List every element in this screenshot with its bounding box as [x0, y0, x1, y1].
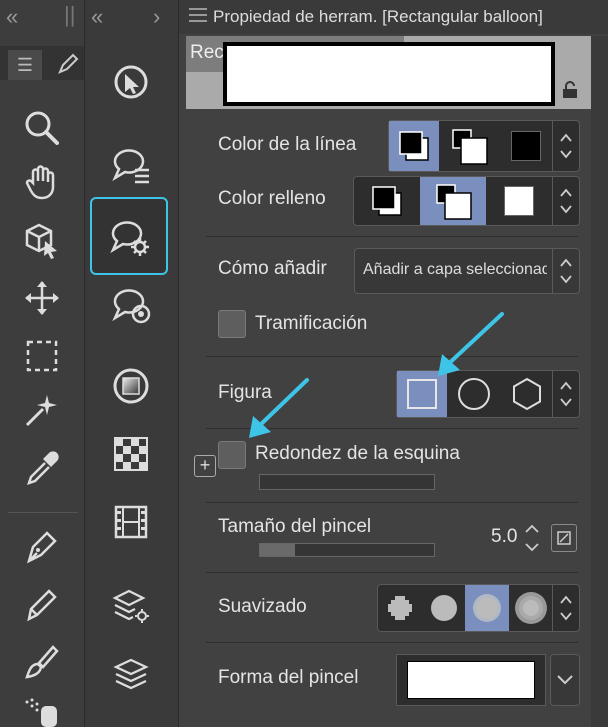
layers-icon[interactable]	[109, 652, 153, 696]
operation-icon[interactable]	[109, 60, 153, 104]
balloon-target-icon[interactable]	[107, 280, 155, 328]
airbrush-icon[interactable]	[20, 696, 64, 727]
zoom-icon[interactable]	[20, 106, 64, 150]
brush-shape-preview[interactable]	[396, 654, 546, 706]
smoothing-selector	[377, 584, 580, 632]
film-icon[interactable]	[109, 500, 153, 544]
circle-solid-icon	[430, 595, 457, 621]
fill-color-sub-option[interactable]	[420, 177, 486, 225]
figure-spinner[interactable]	[552, 371, 579, 417]
tone-checkbox[interactable]	[218, 310, 246, 338]
toolbar-divider	[8, 512, 78, 513]
panel-title: Propiedad de herram. [Rectangular balloo…	[213, 7, 543, 26]
panel-menu-icon[interactable]	[189, 8, 207, 22]
brush-icon[interactable]	[20, 640, 64, 684]
pen-icon[interactable]	[20, 524, 64, 568]
tool-palette: « || ☰	[0, 0, 85, 727]
add-mode-spinner[interactable]	[552, 249, 579, 293]
tool-menu-button[interactable]: ☰	[8, 50, 42, 80]
pencil-icon[interactable]	[20, 582, 64, 626]
selection-icon[interactable]	[20, 334, 64, 378]
brush-shape-label: Forma del pincel	[218, 667, 359, 688]
brush-size-value: 5.0	[491, 526, 518, 547]
active-subtool-highlight[interactable]	[90, 197, 168, 275]
brush-shape-dropdown-button[interactable]	[550, 654, 580, 706]
circle-softest-icon	[515, 592, 547, 624]
smoothing-spinner[interactable]	[552, 585, 579, 631]
balloon-list-icon[interactable]	[107, 140, 155, 188]
smoothing-strong-option[interactable]	[509, 585, 553, 631]
tiles-icon[interactable]	[109, 432, 153, 476]
tone-label: Tramificación	[255, 313, 368, 334]
fill-color-user-option[interactable]	[486, 177, 552, 225]
line-color-sub-option[interactable]	[439, 121, 499, 171]
panel-header: Propiedad de herram. [Rectangular balloo…	[179, 0, 608, 34]
brush-size-slider[interactable]	[259, 543, 435, 557]
subtool-palette: « ›	[85, 0, 179, 727]
corner-label: Redondez de la esquina	[255, 443, 460, 464]
divider	[206, 236, 578, 237]
line-color-selector	[388, 120, 580, 172]
add-mode-label: Cómo añadir	[218, 258, 327, 279]
eyedropper-icon[interactable]	[20, 446, 64, 490]
fill-color-label: Color relleno	[218, 188, 326, 209]
annotation-arrow-figure	[430, 306, 510, 386]
line-color-label: Color de la línea	[218, 134, 357, 155]
line-color-main-option[interactable]	[389, 121, 439, 171]
balloon-preview	[223, 42, 555, 106]
drag-handle[interactable]: ||	[64, 2, 75, 28]
circle-soft-icon	[473, 594, 501, 622]
expand-subtool-button[interactable]: ›	[153, 4, 160, 30]
divider	[206, 356, 578, 357]
add-mode-dropdown[interactable]: Añadir a capa seleccionad	[354, 248, 580, 294]
hexagon-icon	[513, 377, 541, 411]
brush-shape-swatch	[407, 661, 535, 699]
brush-size-spinner[interactable]	[523, 520, 543, 556]
corner-expand-button[interactable]: +	[194, 455, 216, 477]
divider	[206, 642, 578, 643]
tool-palette-tabbar: ☰	[0, 46, 84, 80]
line-color-user-option[interactable]	[499, 121, 553, 171]
gradient-icon[interactable]	[109, 364, 153, 408]
annotation-arrow-corner	[245, 374, 315, 444]
hand-icon[interactable]	[20, 160, 64, 204]
collapse-subtool-button[interactable]: «	[91, 4, 103, 30]
3d-object-icon[interactable]	[20, 218, 64, 262]
smoothing-medium-option[interactable]	[465, 585, 509, 631]
chevron-down-icon	[557, 675, 573, 685]
pen-tab-icon[interactable]	[56, 52, 80, 76]
pressure-icon	[557, 531, 571, 545]
add-mode-value: Añadir a capa seleccionad	[363, 261, 547, 278]
lock-icon[interactable]	[560, 80, 580, 100]
brush-size-label: Tamaño del pincel	[218, 516, 372, 537]
smoothing-weak-option[interactable]	[422, 585, 465, 631]
divider	[206, 572, 578, 573]
subtool-preview: Rectangular balloon	[186, 36, 591, 109]
smoothing-label: Suavizado	[218, 596, 307, 617]
magic-wand-icon[interactable]	[20, 388, 64, 432]
balloon-settings-icon[interactable]	[104, 211, 154, 261]
corner-checkbox[interactable]	[218, 441, 246, 469]
brush-size-pressure-button[interactable]	[551, 524, 577, 552]
corner-slider[interactable]	[259, 474, 435, 490]
tool-property-panel: Propiedad de herram. [Rectangular balloo…	[179, 0, 608, 727]
line-color-spinner[interactable]	[552, 121, 579, 171]
move-icon[interactable]	[20, 276, 64, 320]
fill-color-main-option[interactable]	[354, 177, 420, 225]
panel-scrollbar[interactable]	[591, 36, 608, 727]
pixel-icon	[388, 596, 412, 620]
fill-color-spinner[interactable]	[552, 177, 579, 225]
collapse-toolbar-button[interactable]: «	[6, 4, 18, 30]
layers-settings-icon[interactable]	[109, 584, 153, 628]
fill-color-selector	[353, 176, 580, 226]
brush-size-fill	[260, 544, 295, 556]
smoothing-none-option[interactable]	[378, 585, 422, 631]
divider	[206, 502, 578, 503]
